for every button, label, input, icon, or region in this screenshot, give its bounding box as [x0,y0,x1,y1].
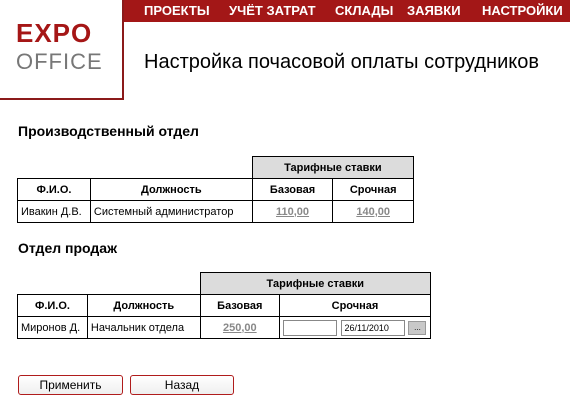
table-row: Миронов Д. Начальник отдела 250,00 ... [17,316,432,339]
column-header-base: Базовая [199,294,280,317]
logo[interactable]: EXPO OFFICE [0,0,124,100]
column-header-position: Должность [86,294,201,317]
urgent-rate-link[interactable]: 140,00 [356,206,390,218]
sales-rates-table: Тарифные ставки Ф.И.О. Должность Базовая… [17,272,432,339]
urgent-rate-input[interactable] [283,319,338,336]
logo-office: OFFICE [16,49,103,74]
column-header-urgent: Срочная [278,294,432,317]
date-input[interactable] [341,319,406,336]
nav-item-warehouses[interactable]: СКЛАДЫ [335,3,393,18]
nav-item-expenses[interactable]: УЧЁТ ЗАТРАТ [229,3,316,18]
column-header-urgent: Срочная [332,178,414,201]
production-rates-table: Тарифные ставки Ф.И.О. Должность Базовая… [17,156,415,223]
date-picker-button[interactable]: ... [408,320,427,335]
rates-group-header: Тарифные ставки [199,272,432,295]
table-row: Ивакин Д.В. Системный администратор 110,… [17,200,414,223]
base-rate-link[interactable]: 250,00 [223,322,257,334]
nav-item-requests[interactable]: ЗАЯВКИ [407,3,461,18]
column-header-base: Базовая [251,178,334,201]
employee-name: Миронов Д. [17,316,88,339]
employee-position: Системный администратор [89,200,253,223]
section-title-production: Производственный отдел [18,123,199,139]
column-header-name: Ф.И.О. [17,294,88,317]
base-rate-link[interactable]: 110,00 [276,206,309,218]
nav-item-projects[interactable]: ПРОЕКТЫ [144,3,210,18]
section-title-sales: Отдел продаж [18,240,117,256]
logo-expo: EXPO [16,18,93,48]
rates-group-header: Тарифные ставки [251,156,415,179]
back-button[interactable]: Назад [130,375,234,395]
employee-position: Начальник отдела [86,316,201,339]
column-header-name: Ф.И.О. [17,178,91,201]
apply-button[interactable]: Применить [18,375,123,395]
column-header-position: Должность [89,178,253,201]
nav-item-settings[interactable]: НАСТРОЙКИ [482,3,563,18]
top-nav: ПРОЕКТЫ УЧЁТ ЗАТРАТ СКЛАДЫ ЗАЯВКИ НАСТРО… [124,0,570,22]
page-title: Настройка почасовой оплаты сотрудников [144,51,539,73]
employee-name: Ивакин Д.В. [17,200,91,223]
